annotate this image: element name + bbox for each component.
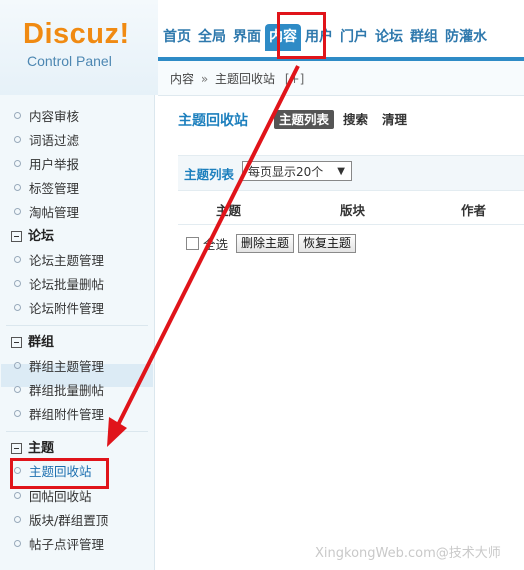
watermark: XingkongWeb.com@技术大师 xyxy=(315,546,501,561)
annotation-arrow xyxy=(107,65,300,447)
arrow-line xyxy=(116,65,300,426)
arrow-head xyxy=(107,417,127,447)
